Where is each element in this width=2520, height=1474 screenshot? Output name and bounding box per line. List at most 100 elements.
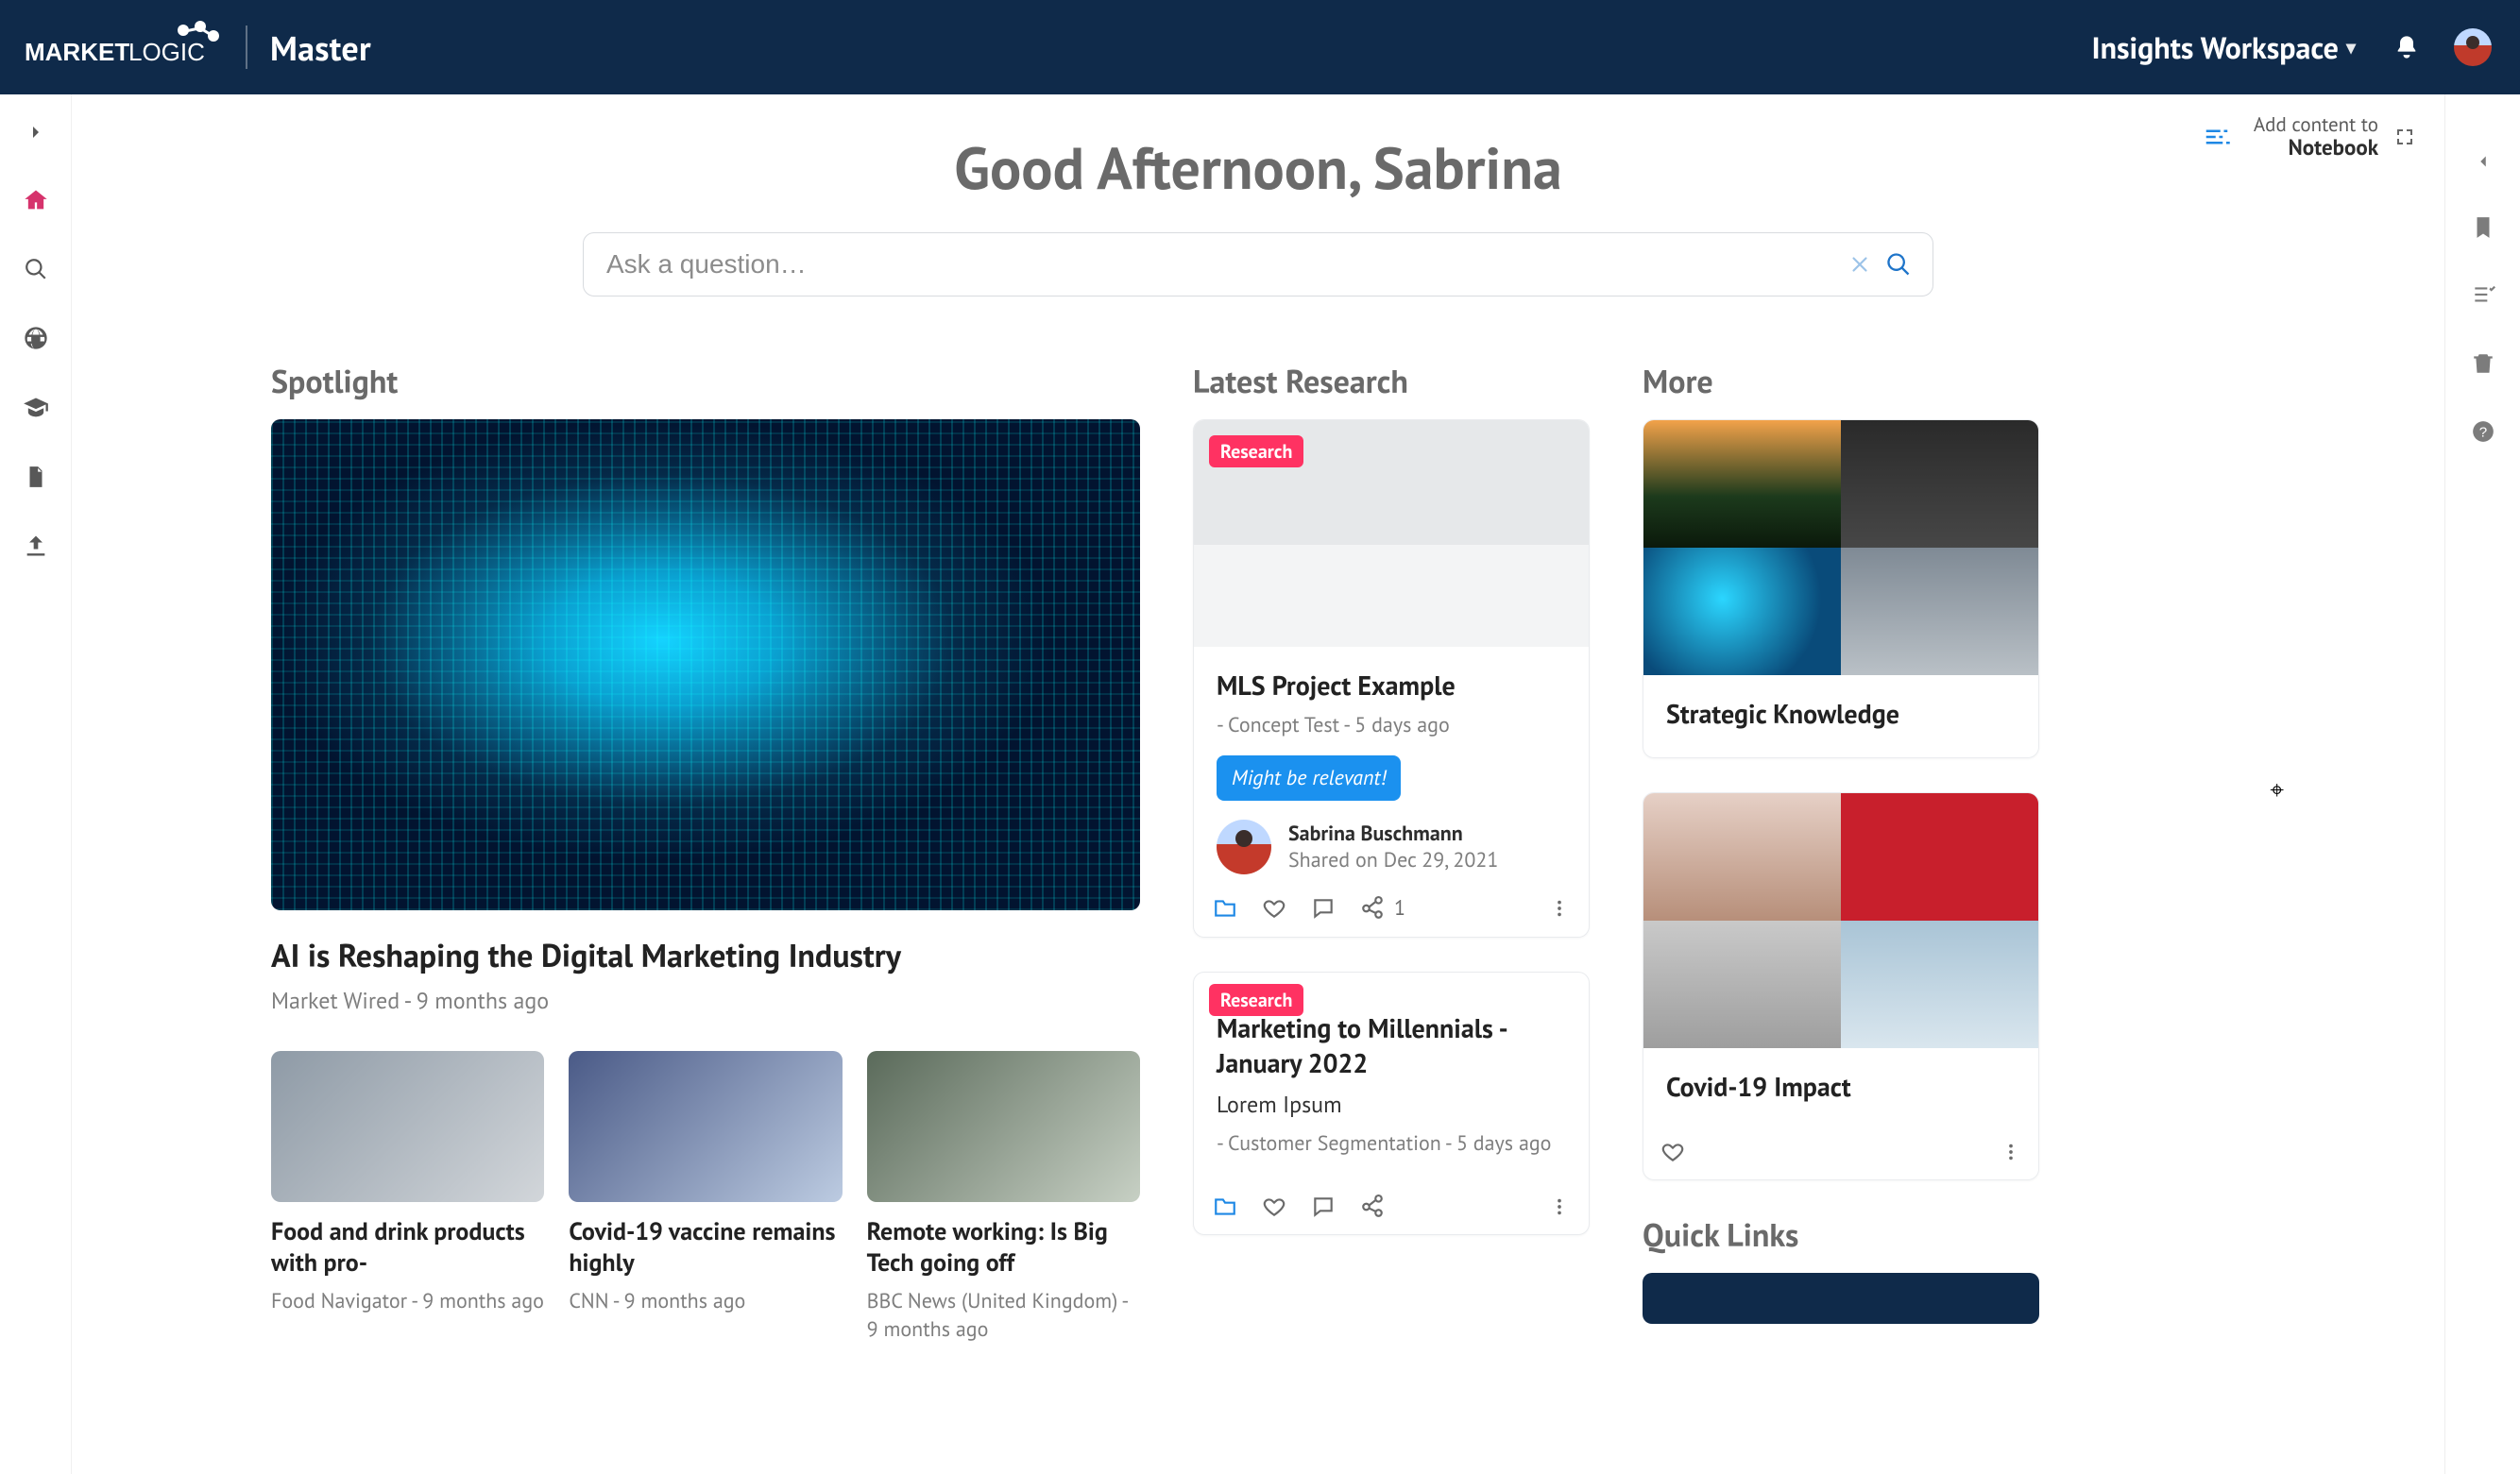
globe-icon (23, 325, 49, 351)
search-icon (1885, 251, 1912, 278)
chevron-right-icon (25, 121, 47, 144)
shared-by: Sabrina Buschmann Shared on Dec 29, 2021 (1217, 820, 1566, 874)
tenant-name[interactable]: Master (270, 25, 371, 70)
comment-icon (1311, 1194, 1336, 1219)
favorite-button[interactable] (1262, 1194, 1286, 1219)
more-menu[interactable] (1549, 898, 1570, 919)
file-icon (24, 465, 48, 489)
quick-links-banner[interactable] (1643, 1273, 2039, 1324)
spotlight-hero-image[interactable] (271, 419, 1140, 910)
comment-icon (1311, 896, 1336, 921)
rail-help[interactable]: ? (2471, 419, 2495, 444)
help-icon: ? (2471, 419, 2495, 444)
divider (246, 25, 247, 69)
expand-icon (2393, 126, 2416, 148)
section-heading-spotlight: Spotlight (271, 361, 1140, 402)
nav-explore[interactable] (23, 325, 49, 351)
brand-logo[interactable]: MARKET LOGIC (25, 21, 223, 74)
author-avatar[interactable] (1217, 820, 1271, 874)
nav-documents[interactable] (24, 465, 48, 489)
author-name: Sabrina Buschmann (1288, 821, 1498, 847)
filters-button[interactable] (2203, 123, 2231, 151)
nav-home[interactable] (23, 187, 49, 213)
spotlight-hero-title[interactable]: AI is Reshaping the Digital Marketing In… (271, 935, 1140, 976)
mini-meta: BBC News (United Kingdom) - 9 months ago (867, 1288, 1140, 1344)
card-meta: - Customer Segmentation - 5 days ago (1217, 1130, 1566, 1157)
more-menu[interactable] (1549, 1196, 1570, 1217)
research-card[interactable]: Research MLS Project Example - Concept T… (1193, 419, 1590, 938)
favorite-button[interactable] (1262, 896, 1286, 921)
close-icon (1847, 252, 1872, 277)
mini-title: Remote working: Is Big Tech going off (867, 1217, 1140, 1279)
rail-bookmark[interactable] (2471, 215, 2495, 240)
nav-learn[interactable] (23, 395, 49, 421)
rail-collapse[interactable] (2473, 151, 2494, 172)
search-button[interactable] (1885, 251, 1912, 278)
folder-icon (1213, 896, 1237, 921)
media-title: Strategic Knowledge (1643, 675, 2038, 757)
favorite-button[interactable] (1660, 1140, 1685, 1164)
heart-icon (1262, 896, 1286, 921)
research-card[interactable]: Research Marketing to Millennials - Janu… (1193, 972, 1590, 1235)
topbar-actions: Add content to Notebook (2203, 113, 2416, 161)
spotlight-mini-card[interactable]: Food and drink products with pro- Food N… (271, 1051, 544, 1344)
checklist-icon (2471, 283, 2495, 308)
add-to-notebook[interactable]: Add content to Notebook (2254, 113, 2416, 161)
section-heading-latest-research: Latest Research (1193, 361, 1590, 402)
rail-trash[interactable] (2471, 351, 2495, 376)
folder-icon (1213, 1194, 1237, 1219)
collapse-toggle[interactable] (25, 121, 47, 144)
spotlight-hero-meta: Market Wired - 9 months ago (271, 986, 1140, 1015)
trash-icon (2471, 351, 2495, 376)
shared-date: Shared on Dec 29, 2021 (1288, 847, 1498, 873)
mini-title: Food and drink products with pro- (271, 1217, 544, 1279)
mini-meta: Food Navigator - 9 months ago (271, 1288, 544, 1316)
media-collage (1643, 793, 2038, 1048)
comment-button[interactable] (1311, 896, 1336, 921)
media-title: Covid-19 Impact (1643, 1048, 2038, 1130)
chevron-left-icon (2473, 151, 2494, 172)
spotlight-mini-card[interactable]: Covid-19 vaccine remains highly CNN - 9 … (569, 1051, 842, 1344)
search-input[interactable] (604, 248, 1834, 280)
notifications-button[interactable] (2393, 34, 2420, 60)
mini-title: Covid-19 vaccine remains highly (569, 1217, 842, 1279)
card-title: MLS Project Example (1217, 668, 1566, 703)
vertical-dots-icon (1549, 898, 1570, 919)
share-button[interactable] (1360, 1194, 1385, 1219)
nav-search[interactable] (24, 257, 48, 281)
folder-button[interactable] (1213, 896, 1237, 921)
left-nav-rail (0, 94, 72, 1474)
share-count: 1 (1394, 895, 1405, 922)
media-card[interactable]: Strategic Knowledge (1643, 419, 2039, 758)
spotlight-mini-list: Food and drink products with pro- Food N… (271, 1051, 1140, 1344)
nav-upload[interactable] (23, 533, 49, 559)
heart-icon (1262, 1194, 1286, 1219)
spotlight-mini-card[interactable]: Remote working: Is Big Tech going off BB… (867, 1051, 1140, 1344)
cursor-icon: ⌖ (2270, 774, 2284, 805)
comment-button[interactable] (1311, 1194, 1336, 1219)
svg-text:LOGIC: LOGIC (128, 38, 205, 66)
home-icon (23, 187, 49, 213)
expand-button[interactable] (2393, 126, 2416, 148)
card-actions (1194, 1185, 1589, 1234)
app-header: MARKET LOGIC Master Insights Workspace ▾ (0, 0, 2520, 94)
search-bar[interactable] (583, 232, 1933, 296)
user-avatar[interactable] (2454, 28, 2492, 66)
rail-tasks[interactable] (2471, 283, 2495, 308)
more-menu[interactable] (2001, 1142, 2021, 1162)
right-utility-rail: ? (2444, 94, 2520, 1474)
folder-button[interactable] (1213, 1194, 1237, 1219)
clear-button[interactable] (1847, 252, 1872, 277)
marketlogic-logo-icon: MARKET LOGIC (25, 21, 223, 74)
section-latest-research: Latest Research Research MLS Project Exa… (1193, 361, 1590, 1344)
card-desc: Lorem Ipsum (1217, 1090, 1566, 1119)
media-card[interactable]: Covid-19 Impact (1643, 792, 2039, 1180)
section-heading-quick-links: Quick Links (1643, 1214, 2039, 1256)
share-button[interactable] (1360, 896, 1385, 921)
share-icon (1360, 1194, 1385, 1219)
heart-icon (1660, 1140, 1685, 1164)
workspace-label: Insights Workspace (2091, 27, 2338, 67)
media-actions (1643, 1130, 2038, 1179)
workspace-switcher[interactable]: Insights Workspace ▾ (2091, 27, 2356, 67)
sliders-icon (2203, 123, 2231, 151)
